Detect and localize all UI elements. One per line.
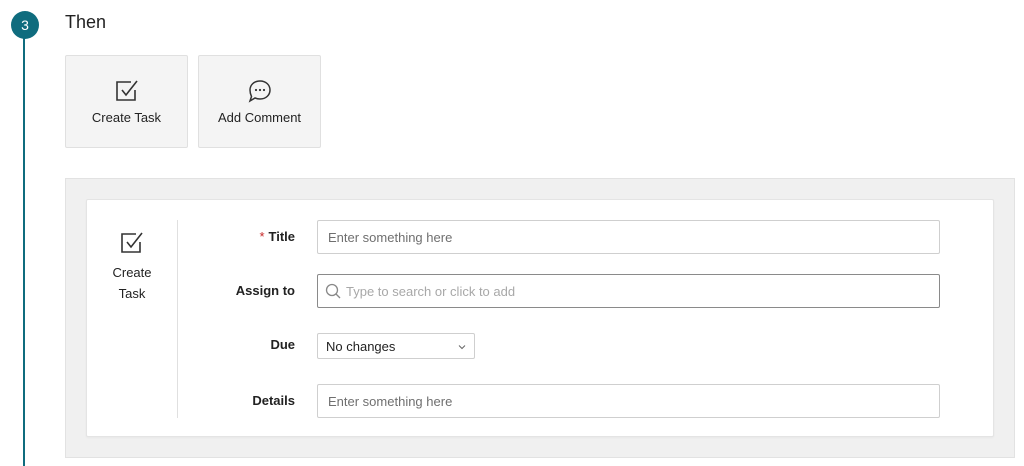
step-title: Then bbox=[65, 12, 107, 32]
add-comment-action-card[interactable]: Add Comment bbox=[198, 55, 321, 148]
required-asterisk: * bbox=[259, 229, 265, 244]
title-label-text: Title bbox=[268, 229, 296, 244]
due-select-value: No changes bbox=[326, 339, 396, 354]
details-input[interactable] bbox=[317, 384, 940, 418]
config-panel-label: Create Task bbox=[112, 265, 152, 301]
timeline-line bbox=[23, 36, 25, 466]
step-number-badge: 3 bbox=[11, 11, 39, 39]
title-input[interactable] bbox=[317, 220, 940, 254]
create-task-action-card[interactable]: Create Task bbox=[65, 55, 188, 148]
config-side-panel: Create Task bbox=[87, 220, 178, 418]
due-select[interactable]: No changes bbox=[317, 333, 475, 359]
create-task-config-panel: Create Task *Title Assign to Due No chan… bbox=[86, 199, 994, 437]
checkbox-icon bbox=[121, 232, 143, 253]
chevron-down-icon bbox=[458, 345, 466, 350]
title-field-label: * Title bbox=[259, 229, 295, 244]
search-icon bbox=[325, 283, 341, 299]
due-label: Due bbox=[270, 337, 295, 352]
action-config-container: Create Task *Title Assign to Due No chan… bbox=[65, 178, 1015, 458]
create-task-label: Create Task bbox=[91, 110, 162, 125]
add-comment-label: Add Comment bbox=[217, 110, 302, 125]
assign-to-label: Assign to bbox=[235, 283, 295, 298]
assign-to-input[interactable] bbox=[344, 275, 938, 307]
comment-icon bbox=[248, 80, 271, 103]
checkbox-icon bbox=[115, 80, 138, 101]
assign-to-search-box[interactable] bbox=[317, 274, 940, 308]
details-label: Details bbox=[252, 393, 295, 408]
